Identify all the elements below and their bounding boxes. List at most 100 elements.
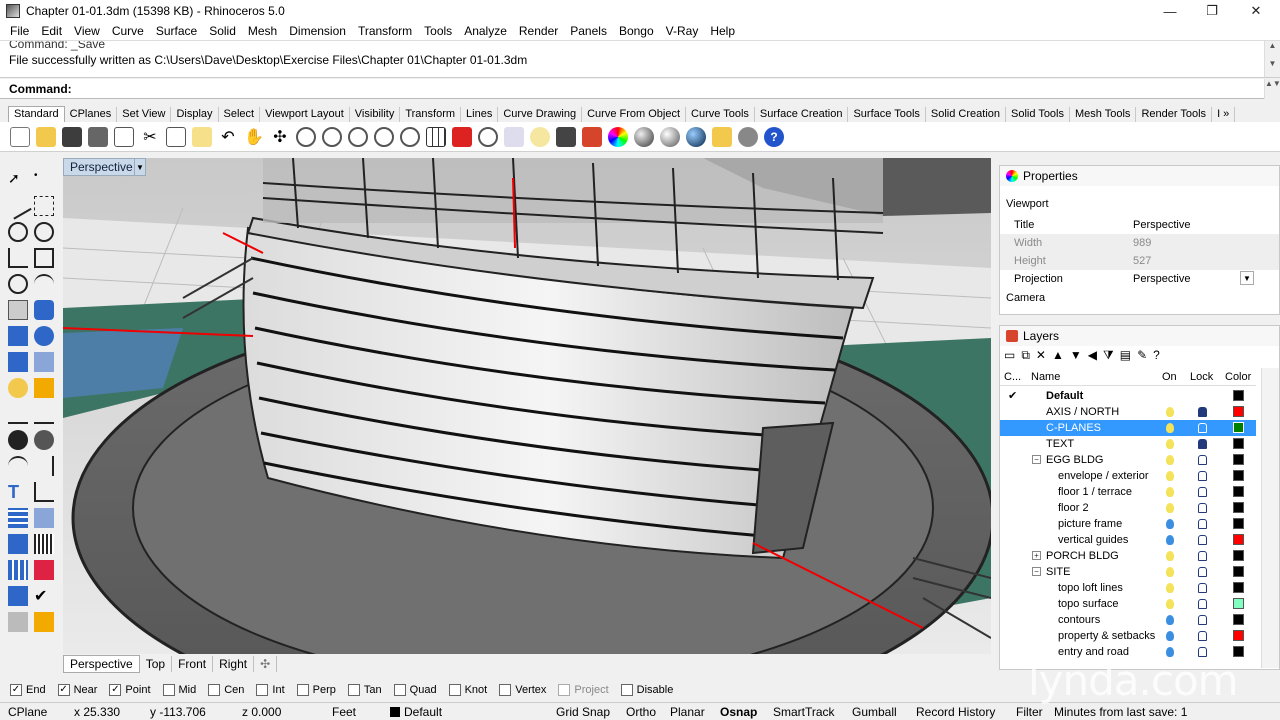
osnap-checkbox[interactable] <box>296 684 309 696</box>
menu-help[interactable]: Help <box>704 24 741 38</box>
layer-states-icon[interactable]: ▤ <box>1120 348 1131 363</box>
lock-open-icon[interactable] <box>1198 615 1207 625</box>
osnap-quad[interactable]: Quad <box>393 684 437 696</box>
lock-closed-icon[interactable] <box>1198 407 1207 417</box>
filter-toggle[interactable]: Filter <box>1016 705 1043 719</box>
help-icon[interactable]: ? <box>764 126 784 147</box>
record-history-toggle[interactable]: Record History <box>916 705 995 719</box>
lock-open-icon[interactable] <box>1198 519 1207 529</box>
layer-color-swatch[interactable] <box>1233 502 1244 513</box>
osnap-checkbox[interactable] <box>208 684 221 696</box>
tab-lines[interactable]: Lines <box>461 107 499 122</box>
save-icon[interactable] <box>62 126 82 147</box>
menu-render[interactable]: Render <box>513 24 564 38</box>
render-mesh-icon[interactable] <box>8 612 28 632</box>
layer-color-swatch[interactable] <box>1233 518 1244 529</box>
ellipse-icon[interactable] <box>34 222 54 242</box>
rotate-view-icon[interactable]: ✣ <box>270 127 290 147</box>
move-down-icon[interactable]: ▼ <box>1070 348 1082 363</box>
layer-color-swatch[interactable] <box>1233 486 1244 497</box>
tab-cplanes[interactable]: CPlanes <box>65 107 118 122</box>
light-bulb-on-icon[interactable] <box>1166 439 1174 449</box>
lock-open-icon[interactable] <box>1198 455 1207 465</box>
column-current[interactable]: C... <box>1004 371 1021 383</box>
command-history[interactable]: Command: _Save File successfully written… <box>0 40 1280 78</box>
mesh-tools-icon[interactable] <box>34 352 54 372</box>
layer-color-swatch[interactable] <box>1233 406 1244 417</box>
lock-open-icon[interactable] <box>1198 583 1207 593</box>
lock-open-icon[interactable] <box>1198 535 1207 545</box>
osnap-checkbox[interactable]: ✓ <box>57 684 70 696</box>
color-wheel-icon[interactable] <box>608 126 628 147</box>
collapse-icon[interactable]: − <box>1032 455 1041 464</box>
layer-color-swatch[interactable] <box>1233 454 1244 465</box>
menu-bongo[interactable]: Bongo <box>613 24 660 38</box>
osnap-near[interactable]: ✓ Near <box>57 684 97 696</box>
layer-row[interactable]: envelope / exterior <box>1000 468 1256 484</box>
tab-display[interactable]: Display <box>171 107 219 122</box>
lock-closed-icon[interactable] <box>1198 439 1207 449</box>
boolean-icon[interactable] <box>34 326 54 346</box>
osnap-cen[interactable]: Cen <box>208 684 244 696</box>
layer-color-swatch[interactable] <box>1233 614 1244 625</box>
light-bulb-on-icon[interactable] <box>1166 599 1174 609</box>
osnap-checkbox[interactable] <box>620 684 633 696</box>
grid-array-icon[interactable] <box>8 560 28 580</box>
gear-icon[interactable] <box>738 126 758 147</box>
osnap-checkbox[interactable] <box>499 684 512 696</box>
layer-color-swatch[interactable] <box>1233 390 1244 401</box>
cut-icon[interactable]: ✂ <box>140 127 160 147</box>
ortho-toggle[interactable]: Ortho <box>626 705 656 719</box>
osnap-toggle[interactable]: Osnap <box>720 705 757 719</box>
property-title-value[interactable]: Perspective <box>1133 219 1190 231</box>
tab-surface-tools[interactable]: Surface Tools <box>848 107 926 122</box>
osnap-checkbox[interactable] <box>448 684 461 696</box>
menu-file[interactable]: File <box>4 24 35 38</box>
osnap-disable[interactable]: Disable <box>620 684 673 696</box>
layer-row[interactable]: contours <box>1000 612 1256 628</box>
import-icon[interactable] <box>114 126 134 147</box>
light-bulb-on-icon[interactable] <box>1166 503 1174 513</box>
print-icon[interactable] <box>88 126 108 147</box>
light-bulb-icon[interactable] <box>530 126 550 147</box>
layer-row[interactable]: TEXT <box>1000 436 1256 452</box>
lock-open-icon[interactable] <box>1198 599 1207 609</box>
render-icon[interactable] <box>686 126 706 147</box>
osnap-mid[interactable]: Mid <box>162 684 196 696</box>
viewport-menu-dropdown[interactable]: ▼ <box>134 158 146 176</box>
dimension-icon[interactable] <box>34 482 54 502</box>
column-on[interactable]: On <box>1162 371 1177 383</box>
close-button[interactable]: ✕ <box>1234 0 1278 22</box>
tab-surface-creation[interactable]: Surface Creation <box>755 107 849 122</box>
osnap-int[interactable]: Int <box>256 684 285 696</box>
menu-transform[interactable]: Transform <box>352 24 418 38</box>
options-icon[interactable] <box>712 126 732 147</box>
layer-color-swatch[interactable] <box>1233 422 1244 433</box>
zoom-icon[interactable] <box>296 126 316 147</box>
light-bulb-off-icon[interactable] <box>1166 535 1174 545</box>
layer-row[interactable]: AXIS / NORTH <box>1000 404 1256 420</box>
scale-icon[interactable] <box>34 508 54 528</box>
zoom-selected-icon[interactable] <box>374 126 394 147</box>
osnap-end[interactable]: ✓ End <box>10 684 46 696</box>
polyline-icon[interactable] <box>4 192 32 220</box>
gumball-toggle[interactable]: Gumball <box>852 705 897 719</box>
layer-icon[interactable] <box>582 126 602 147</box>
light-bulb-off-icon[interactable] <box>1166 519 1174 529</box>
tab-set-view[interactable]: Set View <box>117 107 172 122</box>
layer-row[interactable]: − EGG BLDG <box>1000 452 1256 468</box>
menu-analyze[interactable]: Analyze <box>458 24 513 38</box>
array-icon[interactable] <box>8 508 28 528</box>
menu-surface[interactable]: Surface <box>150 24 203 38</box>
layer-row[interactable]: vertical guides <box>1000 532 1256 548</box>
collapse-icon[interactable]: − <box>1032 567 1041 576</box>
select-point-icon[interactable] <box>478 126 498 147</box>
camera-section-label[interactable]: Camera <box>1006 292 1045 304</box>
fillet-curve-icon[interactable] <box>34 274 54 294</box>
layer-row[interactable]: ✔ Default <box>1000 388 1256 404</box>
undo-icon[interactable]: ↶ <box>218 127 238 147</box>
join-icon[interactable] <box>34 404 54 424</box>
tab-solid-tools[interactable]: Solid Tools <box>1006 107 1070 122</box>
menu-tools[interactable]: Tools <box>418 24 458 38</box>
light-bulb-on-icon[interactable] <box>1166 455 1174 465</box>
